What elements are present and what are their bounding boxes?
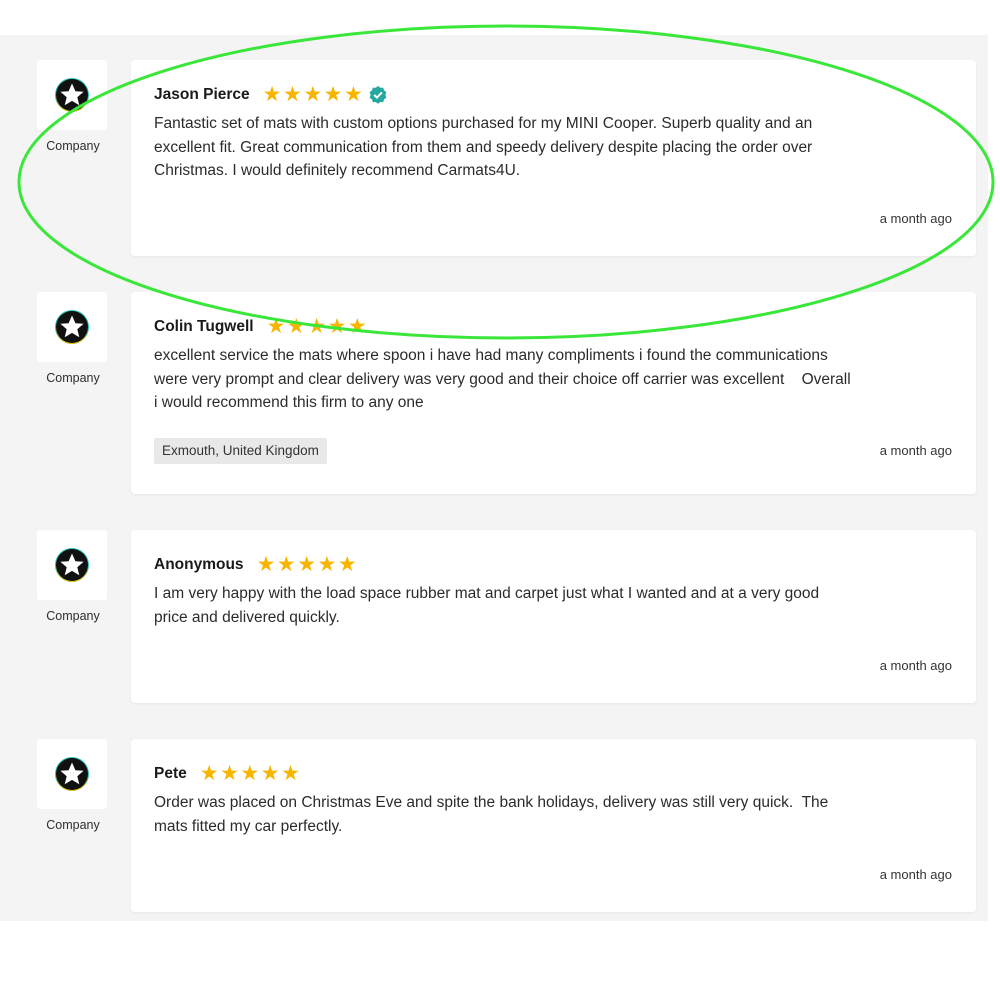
review-date: a month ago xyxy=(879,443,952,458)
review-date: a month ago xyxy=(879,211,952,226)
reviewer-name[interactable]: Pete xyxy=(154,765,187,783)
star-icon: ★ xyxy=(260,762,280,785)
star-icon: ★ xyxy=(347,315,367,338)
star-icon: ★ xyxy=(276,553,296,576)
review-card: Jason Pierce ★ ★ ★ ★ ★ Fantastic set of mats… xyxy=(131,60,976,256)
star-icon: ★ xyxy=(266,315,286,338)
company-caption: Company xyxy=(46,139,100,153)
star-icon: ★ xyxy=(262,83,282,106)
star-rating: ★ ★ ★ ★ ★ xyxy=(267,316,369,337)
star-icon: ★ xyxy=(343,83,363,106)
company-logo-column: Company xyxy=(37,60,109,153)
star-icon: ★ xyxy=(286,315,306,338)
review-header: Jason Pierce ★ ★ ★ ★ ★ xyxy=(154,84,388,105)
company-logo-column: Company xyxy=(37,739,109,832)
review-header: Colin Tugwell ★ ★ ★ ★ ★ xyxy=(154,316,368,337)
star-icon: ★ xyxy=(282,83,302,106)
verified-badge-icon xyxy=(368,85,388,105)
review-header: Pete ★ ★ ★ ★ ★ xyxy=(154,763,301,784)
star-icon: ★ xyxy=(240,762,260,785)
company-logo-column: Company xyxy=(37,530,109,623)
review-text: I am very happy with the load space rubb… xyxy=(154,585,820,626)
review-date: a month ago xyxy=(879,658,952,673)
star-icon: ★ xyxy=(327,315,347,338)
reviewer-name[interactable]: Jason Pierce xyxy=(154,86,250,104)
company-logo[interactable] xyxy=(37,530,107,600)
review-card: Pete ★ ★ ★ ★ ★ Order was placed on Christmas… xyxy=(131,739,976,912)
review-text: excellent service the mats where spoon i… xyxy=(154,347,851,411)
company-logo[interactable] xyxy=(37,739,107,809)
star-icon: ★ xyxy=(323,83,343,106)
company-logo-column: Company xyxy=(37,292,109,385)
company-caption: Company xyxy=(46,371,100,385)
review-card: Anonymous ★ ★ ★ ★ ★ I am very happy with the… xyxy=(131,530,976,703)
company-caption: Company xyxy=(46,818,100,832)
review-text: Order was placed on Christmas Eve and sp… xyxy=(154,794,829,835)
company-logo[interactable] xyxy=(37,292,107,362)
star-icon: ★ xyxy=(297,553,317,576)
reviewer-name[interactable]: Anonymous xyxy=(154,556,244,574)
location-tag: Exmouth, United Kingdom xyxy=(154,438,327,464)
star-icon: ★ xyxy=(337,553,357,576)
review-header: Anonymous ★ ★ ★ ★ ★ xyxy=(154,554,358,575)
company-caption: Company xyxy=(46,609,100,623)
star-rating: ★ ★ ★ ★ ★ xyxy=(257,554,359,575)
star-rating: ★ ★ ★ ★ ★ xyxy=(200,763,302,784)
reviewer-name[interactable]: Colin Tugwell xyxy=(154,318,254,336)
star-icon: ★ xyxy=(220,762,239,785)
star-badge-icon xyxy=(55,757,89,791)
star-rating: ★ ★ ★ ★ ★ xyxy=(263,84,365,105)
star-badge-icon xyxy=(55,78,89,112)
star-icon: ★ xyxy=(199,762,219,785)
star-icon: ★ xyxy=(256,553,276,576)
star-icon: ★ xyxy=(281,762,300,785)
company-logo[interactable] xyxy=(37,60,107,130)
star-icon: ★ xyxy=(307,315,327,338)
star-icon: ★ xyxy=(317,553,337,576)
star-badge-icon xyxy=(55,548,89,582)
star-badge-icon xyxy=(55,310,89,344)
star-icon: ★ xyxy=(303,83,323,106)
review-text: Fantastic set of mats with custom option… xyxy=(154,115,813,179)
review-card: Colin Tugwell ★ ★ ★ ★ ★ excellent service th… xyxy=(131,292,976,494)
review-date: a month ago xyxy=(879,867,952,882)
